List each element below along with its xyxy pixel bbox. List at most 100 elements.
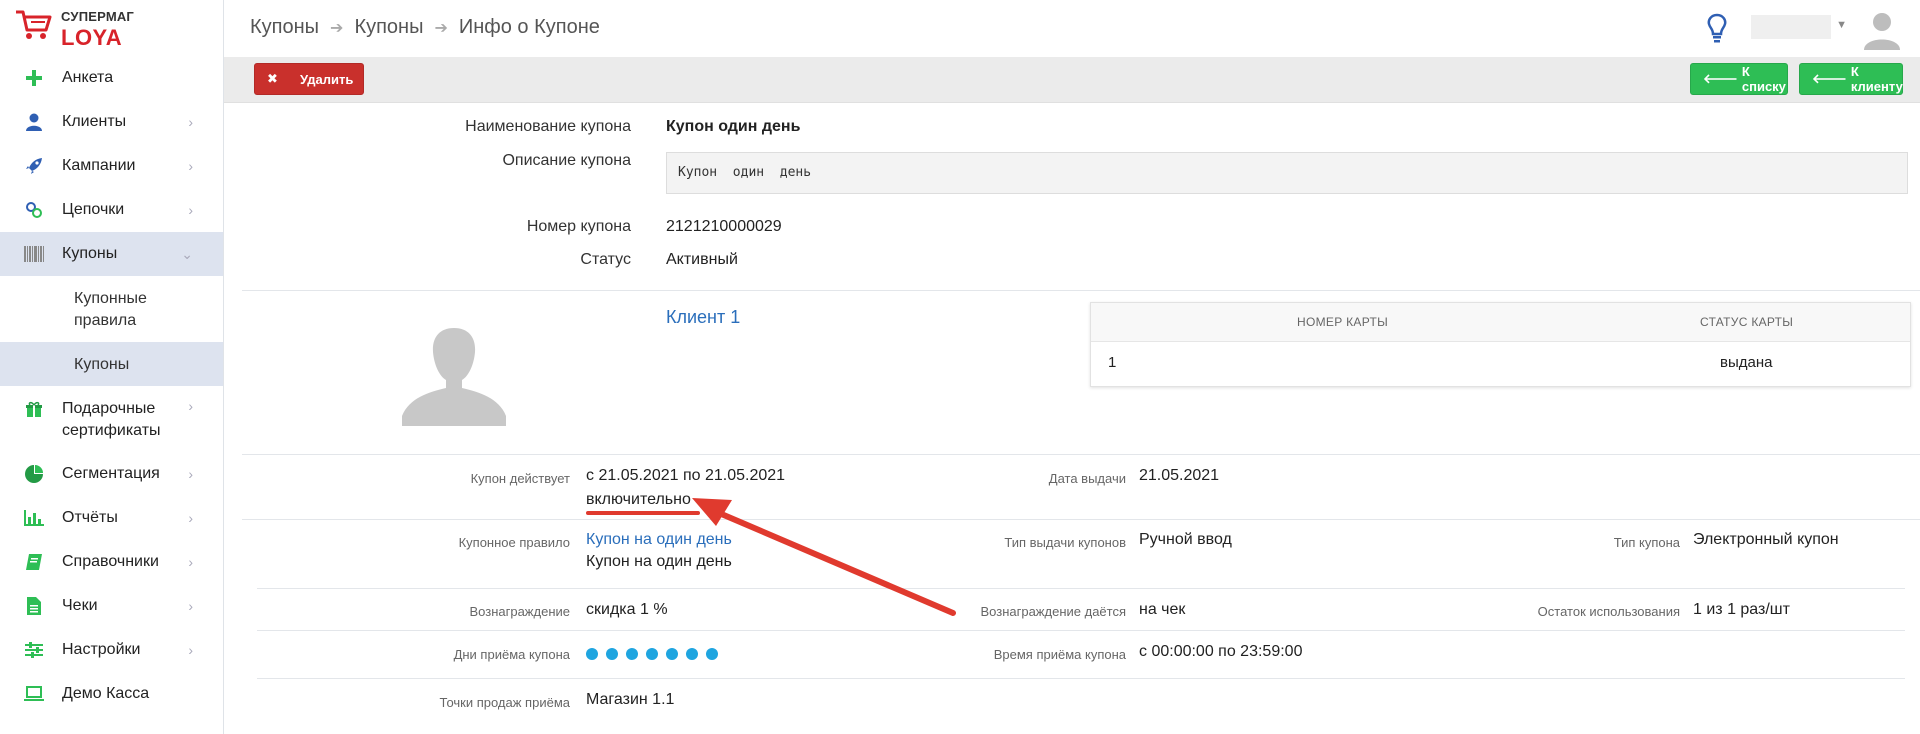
back-to-client-label: К клиенту xyxy=(1850,64,1903,94)
sidebar-item-coupons[interactable]: Купоны ⌄ xyxy=(0,232,223,276)
delete-button[interactable]: ✖ Удалить xyxy=(254,63,364,95)
issue-type-label: Тип выдачи купонов xyxy=(1004,535,1126,550)
sidebar-item-label: Подарочные сертификаты xyxy=(62,400,161,439)
sidebar-item-label: Цепочки xyxy=(62,201,125,218)
logo[interactable]: СУПЕРМАГ LOYA xyxy=(12,6,212,52)
chain-icon xyxy=(24,201,44,219)
coupon-name-value: Купон один день xyxy=(666,118,801,135)
sidebar-item-demo-cash[interactable]: Демо Касса xyxy=(0,672,223,716)
accept-day-dot xyxy=(666,648,678,660)
sidebar-subitem-coupon-rules[interactable]: Купонные правила xyxy=(0,276,223,342)
sidebar-item-clients[interactable]: Клиенты › xyxy=(0,100,223,144)
sidebar-subitem-coupons[interactable]: Купоны xyxy=(0,342,223,386)
sliders-icon xyxy=(24,641,44,659)
table-row[interactable]: 1 выдана xyxy=(1091,342,1910,386)
book-icon xyxy=(24,553,44,571)
sidebar-item-label: Клиенты xyxy=(62,113,127,130)
sidebar-subitem-label: Купонные правила xyxy=(74,290,147,329)
coupon-rule-label: Купонное правило xyxy=(458,535,570,550)
arrow-left-icon: 🡐 xyxy=(1703,71,1738,86)
client-avatar xyxy=(402,328,506,426)
issue-date-value: 21.05.2021 xyxy=(1139,467,1220,484)
valid-period-value: с 21.05.2021 по 21.05.2021 xyxy=(586,467,786,484)
sidebar-item-label: Справочники xyxy=(62,553,159,570)
sidebar-item-segmentation[interactable]: Сегментация › xyxy=(0,452,223,496)
sidebar-item-reports[interactable]: Отчёты › xyxy=(0,496,223,540)
sidebar-nav: Анкета Клиенты › Кампании › Цепочки › Ку… xyxy=(0,56,223,716)
cart-logo-icon xyxy=(16,10,52,39)
coupon-rule-description: Купон на один день xyxy=(586,553,732,570)
top-header: Купоны ➔ Купоны ➔ Инфо о Купоне ▼ xyxy=(224,0,1920,58)
sale-points-value: Магазин 1.1 xyxy=(586,691,675,708)
usage-left-label: Остаток использования xyxy=(1537,604,1680,619)
coupon-status-value: Активный xyxy=(666,251,738,268)
sidebar-item-anketa[interactable]: Анкета xyxy=(0,56,223,100)
client-cards-table: НОМЕР КАРТЫ СТАТУС КАРТЫ 1 выдана xyxy=(1090,302,1911,387)
sale-points-label: Точки продаж приёма xyxy=(439,695,570,710)
sidebar-item-campaigns[interactable]: Кампании › xyxy=(0,144,223,188)
back-to-list-button[interactable]: 🡐 К списку xyxy=(1690,63,1788,95)
coupon-rule-link[interactable]: Купон на один день xyxy=(586,531,732,549)
valid-period-label: Купон действует xyxy=(470,471,570,486)
sidebar-item-settings[interactable]: Настройки › xyxy=(0,628,223,672)
accept-day-dot xyxy=(686,648,698,660)
coupon-number-value: 2121210000029 xyxy=(666,218,782,235)
back-to-list-label: К списку xyxy=(1741,64,1786,94)
breadcrumb: Купоны ➔ Купоны ➔ Инфо о Купоне xyxy=(250,16,600,39)
chevron-right-icon: › xyxy=(188,114,193,130)
bar-chart-icon xyxy=(24,509,44,527)
coupon-type-label: Тип купона xyxy=(1613,535,1680,550)
chevron-right-icon: › xyxy=(188,598,193,614)
breadcrumb-item[interactable]: Купоны xyxy=(250,16,319,39)
sidebar-item-label: Настройки xyxy=(62,641,141,658)
accept-day-dot xyxy=(606,648,618,660)
delete-button-label: Удалить xyxy=(300,71,354,87)
breadcrumb-current: Инфо о Купоне xyxy=(458,16,600,38)
sidebar-item-gift-certificates[interactable]: Подарочные сертификаты › xyxy=(0,386,223,452)
sidebar-item-label: Отчёты xyxy=(62,509,118,526)
coupon-status-label: Статус xyxy=(580,251,631,268)
accept-day-dot xyxy=(646,648,658,660)
avatar[interactable] xyxy=(1861,8,1903,50)
chevron-right-icon: › xyxy=(188,554,193,570)
annotation-underline xyxy=(586,511,700,515)
issue-type-value: Ручной ввод xyxy=(1139,531,1232,548)
user-name-box[interactable] xyxy=(1751,15,1831,39)
coupon-description-label: Описание купона xyxy=(502,152,631,169)
sidebar-item-label: Сегментация xyxy=(62,465,160,482)
sidebar-subitem-label: Купоны xyxy=(74,356,130,373)
plus-icon xyxy=(24,69,44,87)
sidebar-item-directories[interactable]: Справочники › xyxy=(0,540,223,584)
table-cell-card-number: 1 xyxy=(1108,354,1117,371)
divider xyxy=(242,519,1920,520)
sidebar-item-label: Чеки xyxy=(62,597,98,614)
reward-given-value: на чек xyxy=(1139,601,1186,618)
document-icon xyxy=(24,597,44,615)
pie-chart-icon xyxy=(24,465,44,483)
rocket-icon xyxy=(24,157,44,175)
sidebar-item-chains[interactable]: Цепочки › xyxy=(0,188,223,232)
chevron-right-icon: › xyxy=(188,510,193,526)
coupon-info-content: Наименование купона Купон один день Опис… xyxy=(224,102,1920,734)
logo-title-bottom: LOYA xyxy=(61,25,123,50)
divider xyxy=(242,290,1920,291)
chevron-right-icon: › xyxy=(188,202,193,218)
caret-down-icon[interactable]: ▼ xyxy=(1836,19,1847,31)
sidebar-item-receipts[interactable]: Чеки › xyxy=(0,584,223,628)
breadcrumb-item[interactable]: Купоны xyxy=(354,16,423,39)
sidebar-item-label: Демо Касса xyxy=(62,685,150,702)
divider xyxy=(257,678,1905,679)
arrow-right-icon: ➔ xyxy=(434,19,448,37)
arrow-left-icon: 🡐 xyxy=(1812,71,1847,86)
logo-title-top: СУПЕРМАГ xyxy=(61,9,135,24)
client-name-link[interactable]: Клиент 1 xyxy=(666,307,740,328)
accept-time-value: с 00:00:00 по 23:59:00 xyxy=(1139,643,1303,660)
accept-day-dot xyxy=(706,648,718,660)
close-icon: ✖ xyxy=(267,71,278,86)
issue-date-label: Дата выдачи xyxy=(1048,471,1126,486)
coupon-type-value: Электронный купон xyxy=(1693,531,1839,548)
column-header-card-status: СТАТУС КАРТЫ xyxy=(1700,315,1794,329)
back-to-client-button[interactable]: 🡐 К клиенту xyxy=(1799,63,1903,95)
accept-days-label: Дни приёма купона xyxy=(453,647,570,662)
lightbulb-icon[interactable] xyxy=(1707,13,1727,43)
